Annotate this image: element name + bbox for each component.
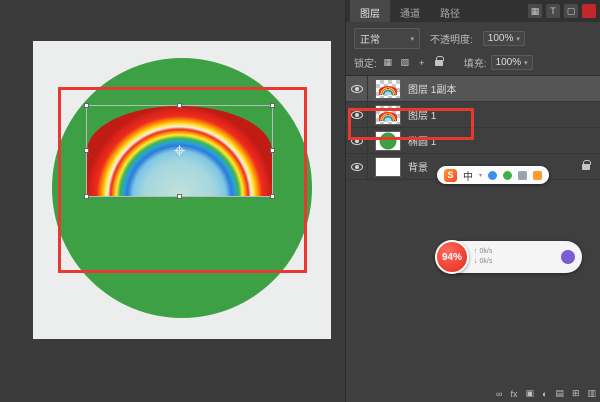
box-icon[interactable]: ▢ [564,4,578,18]
blend-mode-value: 正常 [360,31,380,46]
lock-label: 锁定: [354,55,377,70]
layers-panel-footer: ∞ fx ▣ ◐ ▤ ⊞ ▥ [496,388,596,399]
opacity-value: 100% [488,33,514,44]
rainbow-thumb [379,86,397,95]
eye-icon [351,163,363,171]
visibility-toggle[interactable] [346,76,368,101]
chevron-down-icon: ▾ [516,35,520,43]
upload-speed: 0k/s [480,247,493,257]
lock-all-icon[interactable] [435,60,443,66]
layer-mask-icon[interactable]: ▣ [525,388,534,399]
layer-list: 图层 1副本 图层 1 椭圆 1 背景 [346,75,600,180]
ime-mode-label[interactable]: 中 [463,168,473,183]
tab-paths[interactable]: 路径 [430,0,470,22]
ime-toolbar[interactable]: S 中 ▾ [437,166,549,184]
new-layer-icon[interactable]: ⊞ [572,388,580,399]
chevron-down-icon: ▾ [524,59,528,67]
keyboard-icon[interactable] [518,171,527,180]
panel-dock-icons: ▦ T ▢ ■ [528,4,596,18]
layer-row-ellipse1[interactable]: 椭圆 1 [346,128,600,154]
layer-thumbnail[interactable] [375,79,401,99]
eye-icon [351,137,363,145]
pen-icon[interactable] [503,171,512,180]
fill-select[interactable]: 100% ▾ [491,55,533,70]
grid-icon[interactable]: ▦ [528,4,542,18]
eye-icon [351,85,363,93]
blend-options-row: 正常 ▾ 不透明度: 100% ▾ [346,22,600,54]
download-speed: 0k/s [480,257,493,267]
fill-label: 填充: [464,55,487,70]
toolbox-icon[interactable] [533,171,542,180]
background-lock-icon [582,164,590,170]
opacity-label: 不透明度: [430,31,473,46]
download-arrow-icon: ↓ [474,257,478,267]
red-square-icon[interactable]: ■ [582,4,596,18]
blend-mode-select[interactable]: 正常 ▾ [354,28,420,49]
layer-name: 图层 1副本 [408,81,456,96]
layer-name: 图层 1 [408,107,436,122]
eye-icon [351,111,363,119]
annotation-rectangle [58,87,307,273]
fill-value: 100% [496,57,522,68]
layer-thumbnail[interactable] [375,131,401,151]
opacity-select[interactable]: 100% ▾ [483,31,525,46]
type-icon[interactable]: T [546,4,560,18]
green-ellipse-thumb [380,132,397,149]
tab-channels[interactable]: 通道 [390,0,430,22]
rainbow-thumb [379,112,397,121]
layer-name: 椭圆 1 [408,133,436,148]
chevron-down-icon: ▾ [479,172,482,179]
layer-thumbnail[interactable] [375,157,401,177]
visibility-toggle[interactable] [346,128,368,153]
lock-position-icon[interactable]: + [416,58,428,68]
layers-panel: 图层 通道 路径 ▦ T ▢ ■ 正常 ▾ 不透明度: 100% ▾ 锁定: ▦… [345,0,600,402]
rocket-icon[interactable] [561,250,575,264]
speed-widget[interactable]: 94% ↑ 0k/s ↓ 0k/s [437,241,582,273]
tab-layers[interactable]: 图层 [350,0,390,22]
lock-options-row: 锁定: ▦ ▧ + 填充: 100% ▾ [346,54,600,75]
delete-layer-icon[interactable]: ▥ [587,388,596,399]
speed-percent-value: 94% [442,252,462,263]
layer-row-layer1-copy[interactable]: 图层 1副本 [346,76,600,102]
lock-transparent-pixels-icon[interactable]: ▦ [382,57,394,68]
link-layers-icon[interactable]: ∞ [496,389,502,399]
adjustment-layer-icon[interactable]: ◐ [542,389,547,399]
upload-arrow-icon: ↑ [474,247,478,257]
layer-row-layer1[interactable]: 图层 1 [346,102,600,128]
network-speed-rows: ↑ 0k/s ↓ 0k/s [474,247,492,267]
sogou-logo-icon[interactable]: S [444,169,457,182]
layer-style-icon[interactable]: fx [510,389,517,399]
speed-percent-badge[interactable]: 94% [435,240,469,274]
layer-thumbnail[interactable] [375,105,401,125]
visibility-toggle[interactable] [346,154,368,179]
layer-group-icon[interactable]: ▤ [555,388,564,399]
layer-name: 背景 [408,159,428,174]
punctuation-icon[interactable] [488,171,497,180]
visibility-toggle[interactable] [346,102,368,127]
document-canvas[interactable] [33,41,331,339]
chevron-down-icon: ▾ [410,35,414,43]
lock-image-pixels-icon[interactable]: ▧ [399,57,411,68]
